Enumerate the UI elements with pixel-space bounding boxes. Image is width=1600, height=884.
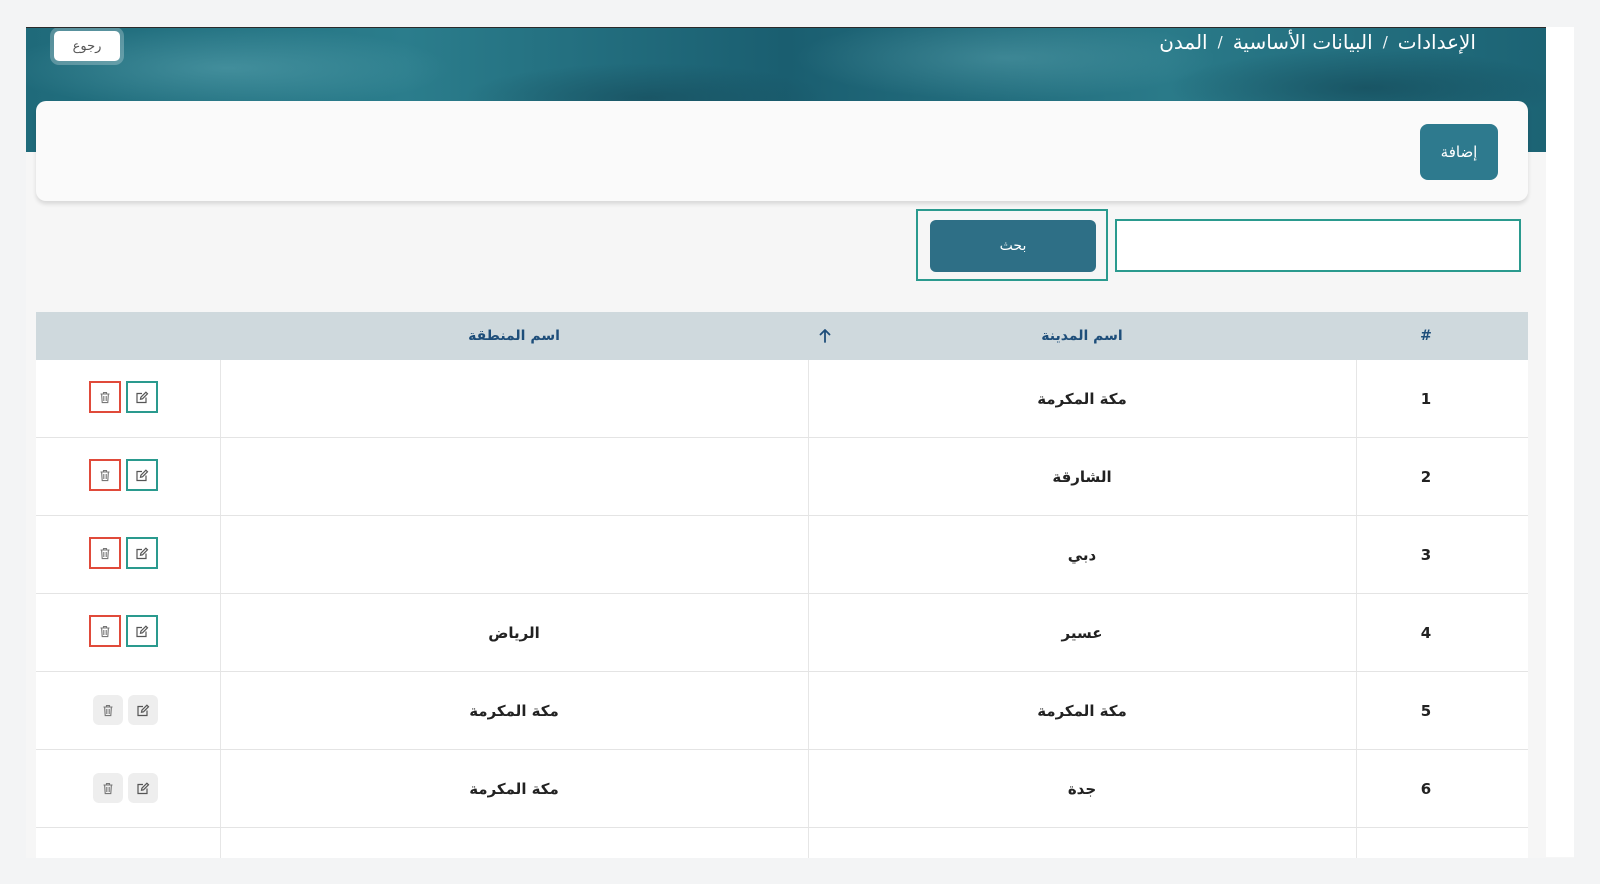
edit-button[interactable] [126, 381, 158, 413]
column-header-city-name[interactable]: اسم المدينة [808, 312, 1356, 360]
search-input[interactable] [1115, 219, 1521, 272]
breadcrumb-separator: / [1382, 33, 1388, 51]
city-name-cell: مكة المكرمة [1037, 701, 1127, 720]
city-name-cell: الشارقة [1052, 467, 1112, 486]
search-button[interactable]: بحث [930, 220, 1096, 272]
edit-icon [135, 468, 149, 482]
region-name-cell [220, 516, 808, 593]
table-row-partial [36, 828, 1528, 858]
table-row: 1 مكة المكرمة [36, 360, 1528, 438]
delete-button[interactable] [89, 381, 121, 413]
column-divider [220, 828, 221, 858]
table-row: 6 جدة مكة المكرمة [36, 750, 1528, 828]
table-row: 5 مكة المكرمة مكة المكرمة [36, 672, 1528, 750]
city-name-cell: دبي [1067, 545, 1097, 564]
trash-icon [102, 782, 114, 795]
row-index: 1 [1420, 389, 1432, 408]
delete-button[interactable] [89, 459, 121, 491]
column-header-index[interactable]: # [1356, 312, 1496, 360]
row-index: 3 [1420, 545, 1432, 564]
row-index: 4 [1420, 623, 1432, 642]
region-name-cell [220, 360, 808, 437]
edit-button[interactable] [128, 773, 158, 803]
trash-icon [99, 391, 111, 404]
app-frame: رجوع الإعدادات / البيانات الأساسية / الم… [26, 27, 1574, 858]
edit-button[interactable] [126, 615, 158, 647]
city-name-cell: جدة [1067, 779, 1097, 798]
add-button[interactable]: إضافة [1420, 124, 1498, 180]
breadcrumb-item-settings[interactable]: الإعدادات [1398, 30, 1476, 54]
edit-button[interactable] [126, 537, 158, 569]
column-divider [808, 828, 809, 858]
region-name-cell [220, 438, 808, 515]
actions-card: إضافة [36, 101, 1528, 201]
search-button-focus-ring: بحث [916, 209, 1108, 281]
column-header-region-name[interactable]: اسم المنطقة [220, 312, 808, 360]
row-index: 2 [1420, 467, 1432, 486]
row-index: 5 [1420, 701, 1432, 720]
city-name-cell: مكة المكرمة [1037, 389, 1127, 408]
region-name-cell: الرياض [488, 623, 540, 642]
cities-table: # اسم المدينة اسم المنطقة 1 مكة المكرمة 2 ا… [36, 312, 1528, 858]
page-scroll-area [1546, 27, 1574, 857]
trash-icon [102, 704, 114, 717]
edit-icon [135, 624, 149, 638]
breadcrumb-separator: / [1217, 33, 1223, 51]
edit-icon [136, 781, 150, 795]
city-name-cell: عسير [1061, 623, 1103, 642]
arrow-up-icon[interactable] [812, 312, 838, 360]
back-button[interactable]: رجوع [54, 31, 120, 61]
table-body: 1 مكة المكرمة 2 الشارقة 3 دبي 4 عسير الرياض 5 مكة … [36, 360, 1528, 828]
column-header-city-name-label: اسم المدينة [1041, 328, 1123, 344]
trash-icon [99, 469, 111, 482]
row-index: 6 [1420, 779, 1432, 798]
delete-button[interactable] [89, 615, 121, 647]
table-header: # اسم المدينة اسم المنطقة [36, 312, 1528, 360]
trash-icon [99, 547, 111, 560]
edit-icon [135, 546, 149, 560]
breadcrumb-item-basic-data[interactable]: البيانات الأساسية [1233, 30, 1373, 54]
table-row: 3 دبي [36, 516, 1528, 594]
edit-button[interactable] [128, 695, 158, 725]
edit-icon [136, 703, 150, 717]
edit-icon [135, 390, 149, 404]
table-row: 4 عسير الرياض [36, 594, 1528, 672]
region-name-cell: مكة المكرمة [469, 701, 559, 720]
column-divider [1356, 828, 1357, 858]
edit-button[interactable] [126, 459, 158, 491]
table-row: 2 الشارقة [36, 438, 1528, 516]
region-name-cell: مكة المكرمة [469, 779, 559, 798]
breadcrumb: الإعدادات / البيانات الأساسية / المدن [1159, 30, 1476, 54]
trash-icon [99, 625, 111, 638]
delete-button[interactable] [93, 695, 123, 725]
breadcrumb-item-cities: المدن [1159, 30, 1208, 54]
delete-button[interactable] [89, 537, 121, 569]
delete-button[interactable] [93, 773, 123, 803]
